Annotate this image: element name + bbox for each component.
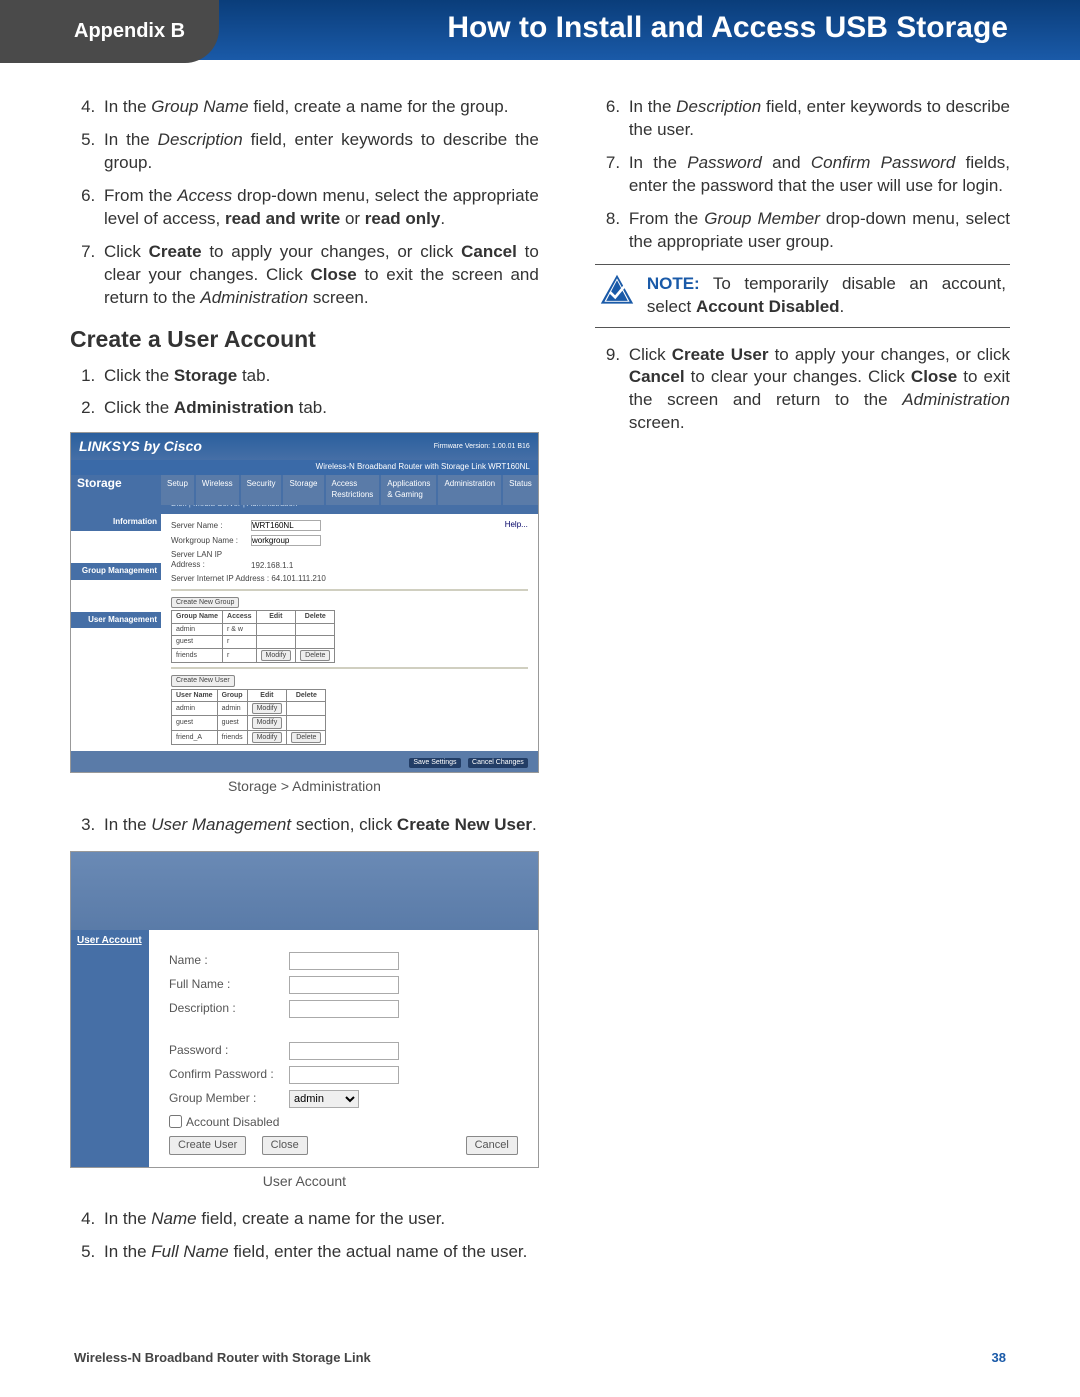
tab-storage[interactable]: Storage [283, 475, 323, 505]
close-btn[interactable]: Close [262, 1136, 308, 1155]
fig-sidebar: Information Group Management User Manage… [71, 514, 161, 751]
user-steps-6: In the Description field, enter keywords… [595, 96, 1010, 254]
figure-storage-admin: LINKSYS by Cisco Firmware Version: 1.00.… [70, 432, 539, 772]
u-step-3: In the User Management section, click Cr… [100, 814, 539, 837]
create-user-btn[interactable]: Create User [169, 1136, 246, 1155]
fig-tab-row: Storage Setup Wireless Security Storage … [71, 475, 538, 497]
left-column: In the Group Name field, create a name f… [70, 96, 539, 1274]
section-information: Information [71, 514, 161, 531]
tab-setup[interactable]: Setup [161, 475, 194, 505]
appendix-label: Appendix B [0, 0, 219, 63]
cpwd-label: Confirm Password : [169, 1066, 289, 1082]
group-steps-cont: In the Group Name field, create a name f… [70, 96, 539, 310]
tab-security[interactable]: Security [241, 475, 282, 505]
help-link[interactable]: Help... [505, 520, 528, 531]
delete-button[interactable]: Delete [300, 650, 330, 661]
user-steps-3: In the User Management section, click Cr… [70, 814, 539, 837]
save-settings-button[interactable]: Save Settings [409, 758, 460, 767]
storage-tab-label: Storage [77, 475, 122, 491]
linksys-logo: LINKSYS by Cisco [79, 437, 202, 456]
user-table: User NameGroupEditDelete adminadminModif… [171, 689, 326, 746]
section-group-mgmt: Group Management [71, 563, 161, 580]
create-user-heading: Create a User Account [70, 324, 539, 355]
account-disabled-checkbox[interactable] [169, 1115, 182, 1128]
server-name-input[interactable] [251, 520, 321, 531]
page-footer: Wireless-N Broadband Router with Storage… [74, 1349, 1006, 1367]
fullname-input[interactable] [289, 976, 399, 994]
step-5: In the Description field, enter keywords… [100, 129, 539, 175]
wan-line: Server Internet IP Address : 64.101.111.… [171, 574, 326, 583]
figure-user-account: User Account Name : Full Name : Descript… [70, 851, 539, 1168]
page-header: Appendix B How to Install and Access USB… [0, 0, 1080, 60]
modify-button[interactable]: Modify [261, 650, 292, 661]
name-label: Name : [169, 952, 289, 968]
caption-2: User Account [70, 1172, 539, 1191]
page-number: 38 [992, 1349, 1006, 1367]
step-4: In the Group Name field, create a name f… [100, 96, 539, 119]
step-7: Click Create to apply your changes, or c… [100, 241, 539, 310]
u-step-7: In the Password and Confirm Password fie… [625, 152, 1010, 198]
group-label: Group Member : [169, 1090, 289, 1106]
server-name-label: Server Name : [171, 521, 251, 532]
firmware-label: Firmware Version: 1.00.01 B16 [434, 442, 530, 451]
u-step-9: Click Create User to apply your changes,… [625, 344, 1010, 436]
caption-1: Storage > Administration [70, 777, 539, 796]
fullname-label: Full Name : [169, 976, 289, 992]
tab-access[interactable]: Access Restrictions [326, 475, 380, 505]
desc-input[interactable] [289, 1000, 399, 1018]
group-table: Group NameAccessEditDelete adminr & w gu… [171, 610, 335, 663]
tab-apps[interactable]: Applications & Gaming [381, 475, 436, 505]
user-steps-1: Click the Storage tab. Click the Adminis… [70, 365, 539, 421]
create-group-button[interactable]: Create New Group [171, 597, 239, 608]
workgroup-label: Workgroup Name : [171, 536, 251, 547]
product-name: Wireless-N Broadband Router with Storage… [74, 1349, 371, 1367]
section-user-mgmt: User Management [71, 612, 161, 629]
u-step-8: From the Group Member drop-down menu, se… [625, 208, 1010, 254]
pwd-label: Password : [169, 1042, 289, 1058]
cpwd-input[interactable] [289, 1066, 399, 1084]
group-select[interactable]: admin [289, 1090, 359, 1108]
main-tabs: Setup Wireless Security Storage Access R… [71, 475, 538, 505]
u-step-6: In the Description field, enter keywords… [625, 96, 1010, 142]
tab-wireless[interactable]: Wireless [196, 475, 239, 505]
page-title: How to Install and Access USB Storage [447, 8, 1008, 49]
name-input[interactable] [289, 952, 399, 970]
cancel-btn[interactable]: Cancel [466, 1136, 518, 1155]
u-step-2: Click the Administration tab. [100, 397, 539, 420]
model-line: Wireless-N Broadband Router with Storage… [71, 460, 538, 475]
note-box: NOTE: To temporarily disable an account,… [595, 264, 1010, 328]
lan-label: Server LAN IP Address : [171, 550, 251, 572]
create-user-button[interactable]: Create New User [171, 675, 235, 686]
account-disabled-label: Account Disabled [186, 1114, 279, 1130]
pwd-input[interactable] [289, 1042, 399, 1060]
step-6: From the Access drop-down menu, select t… [100, 185, 539, 231]
lan-value: 192.168.1.1 [251, 560, 293, 569]
user-steps-4: In the Name field, create a name for the… [70, 1208, 539, 1264]
user-account-section: User Account [71, 930, 149, 952]
tab-status[interactable]: Status [503, 475, 538, 505]
workgroup-input[interactable] [251, 535, 321, 546]
desc-label: Description : [169, 1000, 289, 1016]
cisco-logo: ılıılıcisco [509, 729, 528, 753]
content-area: In the Group Name field, create a name f… [0, 60, 1080, 1274]
u-step-4: In the Name field, create a name for the… [100, 1208, 539, 1231]
u-step-1: Click the Storage tab. [100, 365, 539, 388]
u-step-5: In the Full Name field, enter the actual… [100, 1241, 539, 1264]
note-text: NOTE: To temporarily disable an account,… [647, 273, 1006, 319]
fig-main: Help... Server Name : Workgroup Name : S… [161, 514, 538, 751]
checkmark-icon [599, 273, 635, 309]
tab-admin[interactable]: Administration [438, 475, 501, 505]
fig-footer: ılıılıcisco Save Settings Cancel Changes [71, 751, 538, 771]
cancel-changes-button[interactable]: Cancel Changes [468, 758, 528, 767]
right-column: In the Description field, enter keywords… [595, 96, 1010, 1274]
user-steps-9: Click Create User to apply your changes,… [595, 344, 1010, 436]
